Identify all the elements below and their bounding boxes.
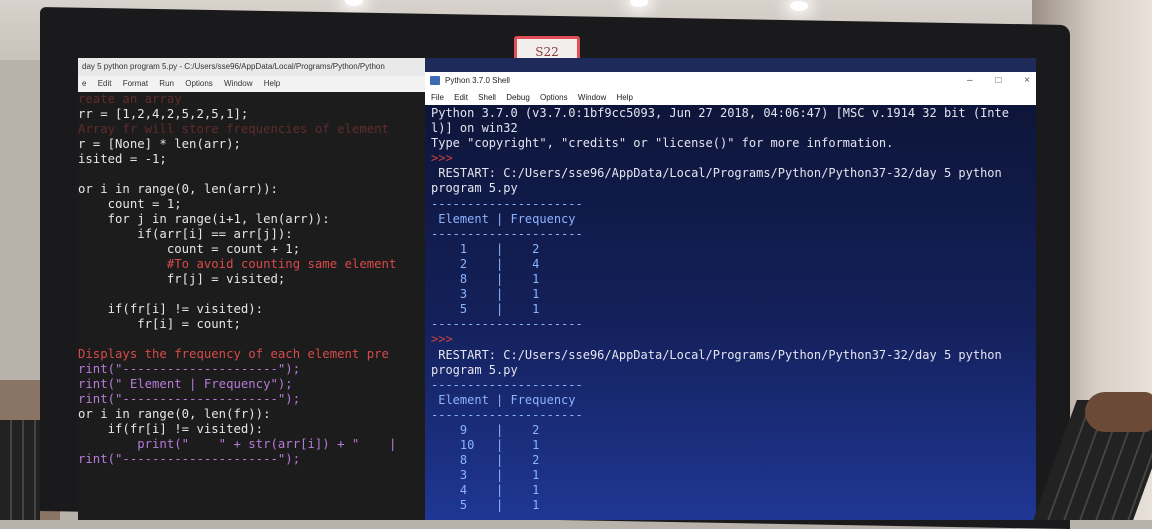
hand: [1085, 392, 1152, 432]
menu-window[interactable]: Window: [578, 93, 606, 102]
code-line: rint(" Element | Frequency");: [78, 377, 293, 391]
code-line: rint("---------------------");: [78, 362, 301, 376]
shell-line: ---------------------: [431, 317, 583, 332]
shell-prompt: >>>: [431, 332, 453, 347]
code-line: fr[j] = visited;: [78, 272, 286, 286]
shell-line: 10 | 1: [431, 438, 540, 453]
shell-menubar: File Edit Shell Debug Options Window Hel…: [425, 90, 1036, 105]
menu-window[interactable]: Window: [224, 79, 252, 88]
code-line: r = [None] * len(arr);: [78, 137, 241, 151]
menu-file[interactable]: File: [431, 93, 444, 102]
editor-window: day 5 python program 5.py - C:/Users/sse…: [78, 58, 425, 520]
code-area[interactable]: reate an array rr = [1,2,4,2,5,2,5,1]; Arr…: [78, 92, 425, 520]
code-line: rint("---------------------");: [78, 452, 301, 466]
code-line: reate an array: [78, 92, 182, 106]
shell-line: 8 | 2: [431, 453, 540, 468]
shell-line: 2 | 4: [431, 256, 540, 271]
code-line: or i in range(0, len(arr)):: [78, 182, 278, 196]
shell-line: Element | Frequency: [431, 211, 576, 226]
shell-line: ---------------------: [431, 514, 1032, 520]
shell-line: 1 | 2: [431, 241, 540, 256]
shell-line: Python 3.7.0 (v3.7.0:1bf9cc5093, Jun 27 …: [431, 106, 1009, 120]
code-line: if(fr[i] != visited):: [78, 302, 264, 316]
shell-line: ---------------------: [431, 407, 583, 422]
code-line: count = 1;: [78, 197, 182, 211]
window-controls: – □ ×: [947, 72, 1030, 90]
shell-line: 5 | 1: [431, 302, 540, 317]
code-line: for j in range(i+1, len(arr)):: [78, 212, 330, 226]
shell-prompt: >>>: [431, 151, 453, 166]
code-line: count = count + 1;: [78, 242, 301, 256]
shell-line: ---------------------: [431, 226, 583, 241]
code-line: fr[i] = count;: [78, 317, 241, 331]
editor-menubar: e Edit Format Run Options Window Help: [78, 76, 425, 92]
menu-edit[interactable]: Edit: [98, 79, 112, 88]
code-line: print(" " + str(arr[i]) + " |: [78, 437, 397, 451]
shell-line: RESTART: C:/Users/sse96/AppData/Local/Pr…: [431, 166, 1002, 181]
code-line: if(fr[i] != visited):: [78, 422, 264, 436]
code-line: rint("---------------------");: [78, 392, 301, 406]
shell-titlebar: Python 3.7.0 Shell – □ ×: [425, 72, 1036, 90]
maximize-button[interactable]: □: [995, 75, 1001, 86]
minimize-button[interactable]: –: [967, 75, 973, 86]
shell-line: RESTART: C:/Users/sse96/AppData/Local/Pr…: [431, 347, 1002, 362]
shell-line: program 5.py: [431, 362, 518, 377]
menu-edit[interactable]: Edit: [454, 93, 468, 102]
code-line: isited = -1;: [78, 152, 167, 166]
shell-line: ---------------------: [431, 196, 583, 211]
menu-format[interactable]: Format: [123, 79, 148, 88]
code-line: rr = [1,2,4,2,5,2,5,1];: [78, 107, 249, 121]
menu-help[interactable]: Help: [617, 93, 633, 102]
menu-run[interactable]: Run: [159, 79, 174, 88]
code-line: or i in range(0, len(fr)):: [78, 407, 271, 421]
menu-debug[interactable]: Debug: [506, 93, 530, 102]
shell-line: ---------------------: [431, 377, 583, 392]
code-line: if(arr[i] == arr[j]):: [78, 227, 293, 241]
shell-output[interactable]: Python 3.7.0 (v3.7.0:1bf9cc5093, Jun 27 …: [431, 106, 1032, 520]
close-button[interactable]: ×: [1024, 75, 1030, 86]
monitor-screen: day 5 python program 5.py - C:/Users/sse…: [78, 58, 1036, 520]
ceiling-light: [790, 1, 808, 11]
shell-line: 9 | 2: [431, 422, 540, 437]
menu-help[interactable]: Help: [264, 79, 280, 88]
menu-options[interactable]: Options: [540, 93, 568, 102]
shell-line: 8 | 1: [431, 272, 540, 287]
shell-line: 5 | 1: [431, 498, 540, 513]
shell-line: program 5.py: [431, 181, 518, 196]
code-line: Displays the frequency of each element p…: [78, 347, 389, 361]
shell-line: Type "copyright", "credits" or "license(…: [431, 136, 894, 151]
shell-line: Element | Frequency: [431, 392, 576, 407]
shell-line: 3 | 1: [431, 287, 540, 302]
shell-title: Python 3.7.0 Shell: [445, 76, 510, 85]
menu-shell[interactable]: Shell: [478, 93, 496, 102]
code-line: #To avoid counting same element: [78, 257, 397, 271]
shell-line: 3 | 1: [431, 468, 540, 483]
keyboard-left: [0, 420, 40, 520]
python-icon: [430, 76, 440, 85]
code-line: Array fr will store frequencies of eleme…: [78, 122, 389, 136]
menu-options[interactable]: Options: [185, 79, 213, 88]
menu-file[interactable]: e: [82, 79, 86, 88]
shell-line: l)] on win32: [431, 121, 518, 136]
editor-title: day 5 python program 5.py - C:/Users/sse…: [78, 58, 425, 76]
shell-window: Python 3.7.0 Shell – □ × File Edit Shell…: [425, 72, 1036, 520]
shell-line: 4 | 1: [431, 483, 540, 498]
